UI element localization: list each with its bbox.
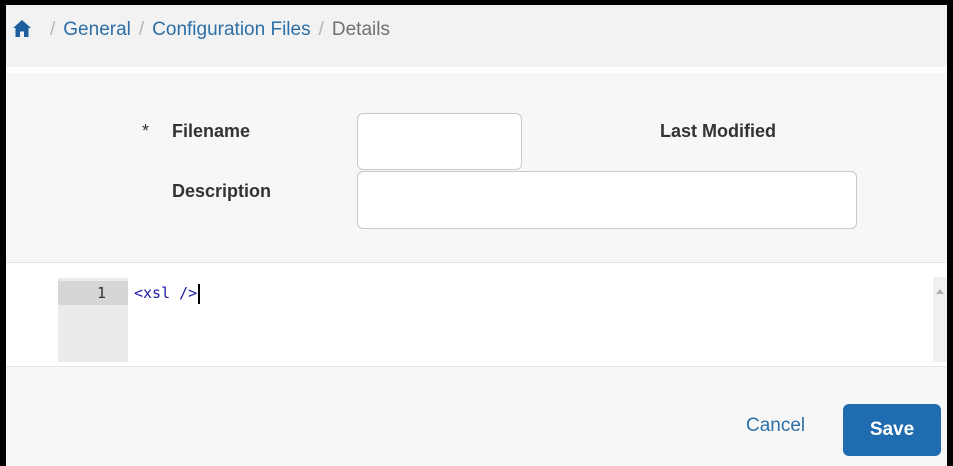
breadcrumb-separator: /	[318, 19, 324, 40]
editor-scrollbar[interactable]	[933, 277, 947, 362]
description-field[interactable]	[357, 171, 857, 229]
last-modified-label: Last Modified	[660, 121, 776, 141]
description-label: Description	[172, 181, 272, 201]
code-editor[interactable]: 1 <xsl />	[6, 262, 947, 366]
save-button[interactable]: Save	[843, 404, 941, 456]
code-text[interactable]: <xsl />	[134, 284, 197, 302]
window-frame: / General / Configuration Files / Detail…	[0, 0, 947, 466]
breadcrumb: / General / Configuration Files / Detail…	[6, 5, 947, 67]
code-line[interactable]: <xsl />	[134, 281, 201, 305]
line-number: 1	[96, 284, 106, 302]
filename-field[interactable]	[357, 113, 522, 170]
cancel-button[interactable]: Cancel	[746, 415, 805, 437]
breadcrumb-details: Details	[331, 19, 390, 40]
required-marker: *	[142, 121, 150, 141]
text-cursor	[198, 283, 201, 304]
form-actions: Cancel Save	[6, 366, 947, 466]
scroll-up-icon[interactable]	[936, 289, 944, 294]
breadcrumb-separator: /	[50, 19, 56, 40]
breadcrumb-separator: /	[138, 19, 145, 40]
details-form: * Filename Last Modified Description	[6, 67, 947, 262]
filename-label: Filename	[172, 121, 251, 141]
window-frame-right	[947, 0, 953, 466]
home-icon[interactable]	[12, 19, 34, 39]
breadcrumb-general[interactable]: General	[63, 19, 131, 41]
breadcrumb-configuration-files[interactable]: Configuration Files	[152, 19, 310, 41]
